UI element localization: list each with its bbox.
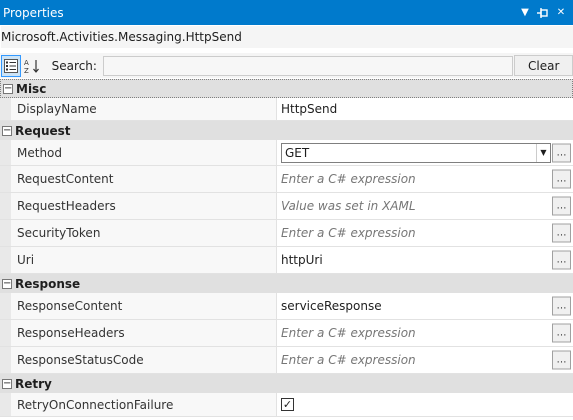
expression-placeholder: Enter a C# expression	[281, 353, 416, 367]
property-name: Uri	[11, 247, 277, 273]
method-select[interactable]: GET ▼	[281, 142, 551, 163]
property-value-responsecontent[interactable]: serviceResponse …	[277, 293, 573, 319]
expression-placeholder: Enter a C# expression	[281, 326, 416, 340]
chevron-down-icon[interactable]: ▼	[536, 143, 550, 162]
property-value-displayname[interactable]: HttpSend	[277, 98, 573, 120]
ellipsis-button[interactable]: …	[552, 323, 571, 343]
property-row-retryonconnectionfailure[interactable]: RetryOnConnectionFailure ✓	[0, 393, 573, 417]
property-value-responsestatuscode[interactable]: Enter a C# expression …	[277, 347, 573, 373]
ellipsis-button[interactable]: …	[552, 169, 571, 189]
expression-placeholder: Enter a C# expression	[281, 226, 416, 240]
ellipsis-button[interactable]: …	[552, 143, 571, 162]
property-grid: − Misc DisplayName HttpSend − Request Me…	[0, 79, 573, 420]
collapse-icon[interactable]: −	[2, 278, 12, 289]
category-response[interactable]: − Response	[0, 274, 573, 293]
property-row-uri[interactable]: Uri httpUri …	[0, 247, 573, 274]
pin-icon[interactable]	[537, 6, 549, 20]
collapse-icon[interactable]: −	[2, 378, 12, 389]
alphabetical-button[interactable]: A Z	[22, 55, 42, 77]
ellipsis-button[interactable]: …	[552, 296, 571, 316]
property-name: ResponseStatusCode	[11, 347, 277, 373]
ellipsis-button[interactable]: …	[552, 196, 571, 216]
property-value-uri[interactable]: httpUri …	[277, 247, 573, 273]
expression-placeholder: Value was set in XAML	[281, 199, 416, 213]
category-request[interactable]: − Request	[0, 121, 573, 140]
alphabetical-icon: A Z	[24, 59, 39, 74]
property-row-responsestatuscode[interactable]: ResponseStatusCode Enter a C# expression…	[0, 347, 573, 374]
checkmark-icon: ✓	[282, 398, 293, 411]
category-retry[interactable]: − Retry	[0, 374, 573, 393]
property-name: SecurityToken	[11, 220, 277, 246]
ellipsis-button[interactable]: …	[552, 223, 571, 243]
property-row-responseheaders[interactable]: ResponseHeaders Enter a C# expression …	[0, 320, 573, 347]
property-name: Method	[11, 140, 277, 165]
dropdown-icon[interactable]: ▼	[519, 6, 531, 20]
property-name: RetryOnConnectionFailure	[11, 393, 277, 416]
categorized-icon	[3, 58, 18, 73]
selected-type-name: Microsoft.Activities.Messaging.HttpSend	[1, 26, 573, 48]
property-name: RequestHeaders	[11, 193, 277, 219]
property-name: ResponseHeaders	[11, 320, 277, 346]
property-name: DisplayName	[11, 98, 277, 120]
category-label: Request	[15, 123, 71, 138]
properties-toolbar: A Z Search: Clear	[0, 53, 573, 78]
property-row-method[interactable]: Method GET ▼ …	[0, 140, 573, 166]
property-value-securitytoken[interactable]: Enter a C# expression …	[277, 220, 573, 246]
search-input[interactable]	[102, 55, 514, 76]
category-label: Response	[15, 276, 81, 291]
property-value-requestheaders[interactable]: Value was set in XAML …	[277, 193, 573, 219]
ellipsis-button[interactable]: …	[552, 250, 571, 270]
category-misc[interactable]: − Misc	[0, 79, 573, 98]
search-label: Search:	[51, 58, 97, 73]
properties-titlebar: Properties ▼ ✕	[0, 0, 573, 25]
method-select-value: GET	[285, 145, 310, 160]
category-label: Retry	[15, 376, 52, 391]
property-value-text: serviceResponse	[281, 299, 382, 313]
property-row-requestheaders[interactable]: RequestHeaders Value was set in XAML …	[0, 193, 573, 220]
categorized-button[interactable]	[1, 54, 21, 77]
property-value-text: httpUri	[281, 253, 323, 267]
property-name: ResponseContent	[11, 293, 277, 319]
property-row-responsecontent[interactable]: ResponseContent serviceResponse …	[0, 293, 573, 320]
window-title: Properties	[3, 5, 64, 20]
property-name: RequestContent	[11, 166, 277, 192]
ellipsis-button[interactable]: …	[552, 350, 571, 370]
close-icon[interactable]: ✕	[555, 6, 567, 20]
collapse-icon[interactable]: −	[2, 125, 12, 136]
clear-button[interactable]: Clear	[514, 55, 573, 76]
property-row-displayname[interactable]: DisplayName HttpSend	[0, 98, 573, 121]
property-value-requestcontent[interactable]: Enter a C# expression …	[277, 166, 573, 192]
category-label: Misc	[16, 81, 47, 96]
collapse-icon[interactable]: −	[3, 83, 13, 94]
property-value-responseheaders[interactable]: Enter a C# expression …	[277, 320, 573, 346]
expression-placeholder: Enter a C# expression	[281, 172, 416, 186]
retry-checkbox[interactable]: ✓	[281, 398, 294, 411]
property-value-text: HttpSend	[281, 102, 338, 116]
svg-text:A: A	[24, 59, 29, 67]
svg-text:Z: Z	[24, 67, 29, 74]
property-row-requestcontent[interactable]: RequestContent Enter a C# expression …	[0, 166, 573, 193]
property-row-securitytoken[interactable]: SecurityToken Enter a C# expression …	[0, 220, 573, 247]
